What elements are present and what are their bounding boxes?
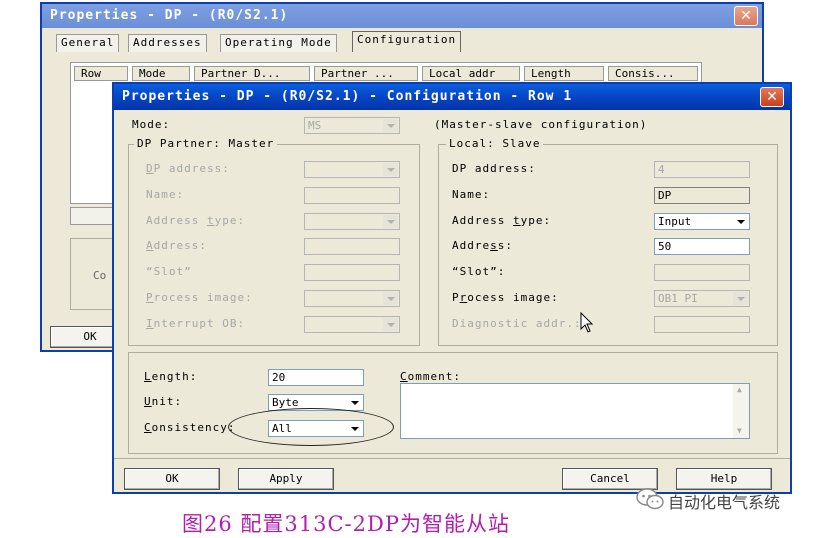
dialog-close-button[interactable]: ✕ [760,87,784,107]
length-field[interactable]: 20 [268,369,364,386]
local-slot-field[interactable] [654,264,750,281]
partner-dp-address-select[interactable] [304,161,400,178]
chevron-down-icon [383,119,398,132]
local-dp-address-label: DP address: [452,162,536,175]
column-header-length[interactable]: Length [524,66,604,81]
figure-caption: 图26 配置313C-2DP为智能从站 [182,512,510,536]
chevron-down-icon [383,292,398,305]
column-header-mode[interactable]: Mode [132,66,190,81]
column-header-partner[interactable]: Partner ... [314,66,418,81]
wechat-icon [636,488,664,510]
dialog-titlebar[interactable]: Properties - DP - (R0/S2.1) - Configurat… [114,84,790,110]
close-icon: ✕ [740,8,752,24]
local-diagnostic-addr-field[interactable] [654,316,750,333]
local-name-field[interactable]: DP [654,187,750,204]
partner-interrupt-ob-select[interactable] [304,316,400,333]
partner-slot-field[interactable] [304,264,400,281]
partner-dp-address-label: DP address: [146,162,230,175]
comment-label: Comment: [400,370,461,383]
mode-label: Mode: [132,118,171,131]
partner-address-label: Address: [146,239,207,252]
cancel-button[interactable]: Cancel [562,468,658,490]
partner-address-type-select[interactable] [304,213,400,230]
close-icon: ✕ [766,89,778,105]
scroll-up-icon[interactable]: ▲ [737,385,742,394]
mode-note: (Master-slave configuration) [434,118,648,131]
column-header-row[interactable]: Row [74,66,128,81]
partner-process-image-select[interactable] [304,290,400,307]
tab-general[interactable]: General [56,34,120,52]
partner-name-label: Name: [146,188,185,201]
tab-operating-mode[interactable]: Operating Mode [220,34,337,52]
length-label: Length: [144,370,198,383]
partner-address-type-label: Address type: [146,214,246,227]
watermark-text: 自动化电气系统 [668,493,781,512]
comment-scrollbar[interactable]: ▲ ▼ [733,384,749,438]
partner-slot-label: “Slot” [146,265,192,278]
local-slot-label: “Slot”: [452,265,506,278]
consistency-highlight-ellipse [228,408,394,446]
local-address-type-select[interactable]: Input [654,213,750,230]
chevron-down-icon [733,292,748,305]
local-process-image-label: Process image: [452,291,559,304]
local-diagnostic-addr-label: Diagnostic addr.: [452,317,582,330]
apply-button[interactable]: Apply [238,468,334,490]
partner-address-field[interactable] [304,238,400,255]
local-dp-address-field[interactable]: 4 [654,161,750,178]
mode-select[interactable]: MS [304,117,400,134]
unit-label: Unit: [144,395,183,408]
dp-partner-master-title: DP Partner: Master [134,137,278,150]
back-partial-text: Co [93,269,107,282]
configuration-row-dialog: Properties - DP - (R0/S2.1) - Configurat… [112,82,792,494]
mouse-pointer-icon [580,312,594,333]
chevron-down-icon [733,215,748,228]
button-separator [114,458,790,459]
help-button[interactable]: Help [676,468,772,490]
chevron-down-icon [383,318,398,331]
column-header-local-addr[interactable]: Local addr [422,66,520,81]
local-address-type-label: Address type: [452,214,552,227]
back-window-title: Properties - DP - (R0/S2.1) [50,8,289,23]
chevron-down-icon [383,163,398,176]
tab-configuration[interactable]: Configuration [352,31,462,52]
partner-process-image-label: Process image: [146,291,253,304]
tab-addresses[interactable]: Addresses [128,34,207,52]
local-address-field[interactable]: 50 [654,238,750,255]
partner-interrupt-ob-label: Interrupt OB: [146,317,246,330]
local-name-label: Name: [452,188,491,201]
local-address-label: Address: [452,239,513,252]
back-new-button[interactable] [70,207,118,225]
scroll-down-icon[interactable]: ▼ [737,426,742,435]
partner-name-field[interactable] [304,187,400,204]
chevron-down-icon [383,215,398,228]
dialog-title: Properties - DP - (R0/S2.1) - Configurat… [122,89,573,104]
comment-textarea[interactable]: ▲ ▼ [400,383,750,439]
column-header-partner-dp[interactable]: Partner D... [194,66,310,81]
local-slave-title: Local: Slave [446,137,544,150]
back-window-close-button[interactable]: ✕ [734,6,758,26]
chevron-down-icon [347,396,362,409]
column-header-consistency[interactable]: Consis... [608,66,698,81]
local-process-image-select[interactable]: OB1 PI [654,290,750,307]
consistency-label: Consistency: [144,421,236,434]
ok-button[interactable]: OK [124,468,220,490]
back-window-titlebar[interactable]: Properties - DP - (R0/S2.1) [42,4,762,28]
